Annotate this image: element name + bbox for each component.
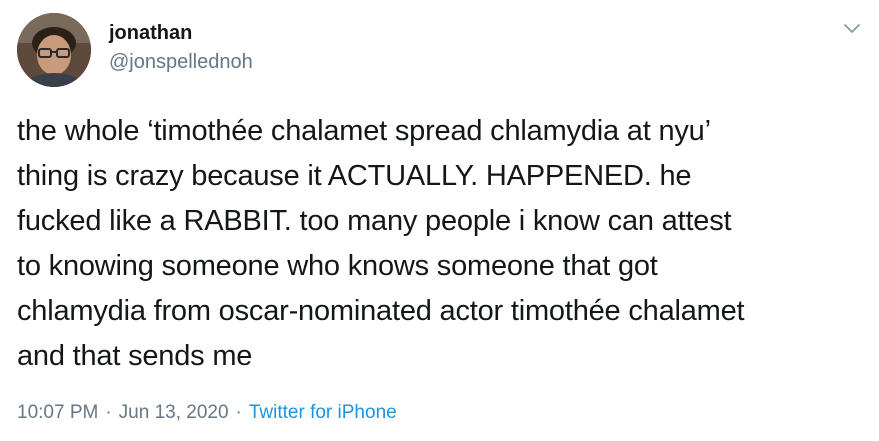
tweet-meta: 10:07 PM · Jun 13, 2020 · Twitter for iPhone bbox=[17, 402, 397, 424]
avatar[interactable] bbox=[17, 13, 91, 87]
chevron-down-icon[interactable] bbox=[840, 20, 864, 38]
tweet-card: jonathan @jonspellednoh the whole ‘timot… bbox=[0, 0, 879, 441]
tweet-date[interactable]: Jun 13, 2020 bbox=[119, 402, 229, 423]
meta-separator: · bbox=[105, 402, 112, 423]
tweet-text: the whole ‘timothée chalamet spread chla… bbox=[17, 115, 745, 372]
tweet-source-link[interactable]: Twitter for iPhone bbox=[249, 402, 397, 423]
user-handle[interactable]: @jonspellednoh bbox=[109, 51, 253, 74]
tweet-time[interactable]: 10:07 PM bbox=[17, 402, 98, 423]
meta-separator: · bbox=[235, 402, 242, 423]
avatar-image bbox=[17, 13, 91, 87]
display-name[interactable]: jonathan bbox=[109, 22, 192, 45]
